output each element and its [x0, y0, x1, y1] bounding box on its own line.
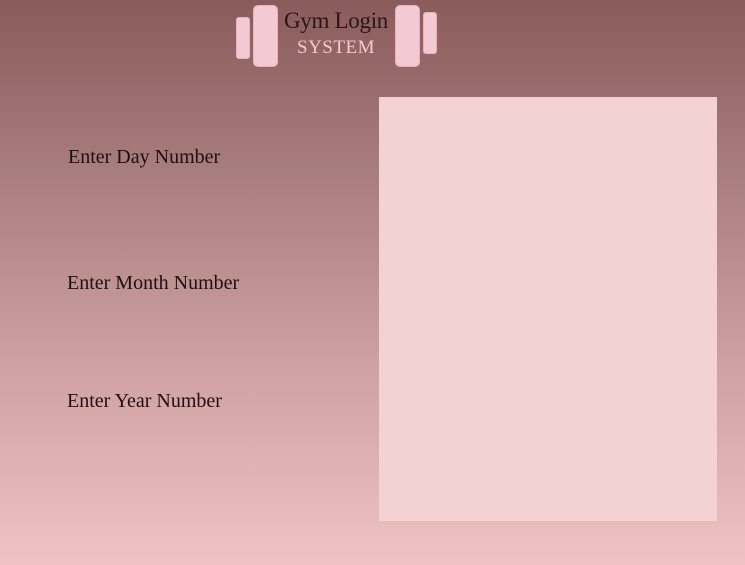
month-number-label: Enter Month Number [67, 272, 240, 294]
logo-title: Gym Login [284, 8, 388, 33]
day-number-label: Enter Day Number [68, 146, 221, 168]
dumbbell-outer-right-plate [423, 12, 437, 54]
output-panel [379, 97, 717, 521]
logo-subtitle: SYSTEM [297, 37, 375, 58]
gym-logo: Gym Login SYSTEM [236, 5, 437, 67]
dumbbell-inner-left-plate [253, 5, 278, 67]
dumbbell-inner-right-plate [395, 5, 420, 67]
dumbbell-outer-left-plate [236, 17, 250, 59]
year-number-label: Enter Year Number [67, 390, 222, 412]
